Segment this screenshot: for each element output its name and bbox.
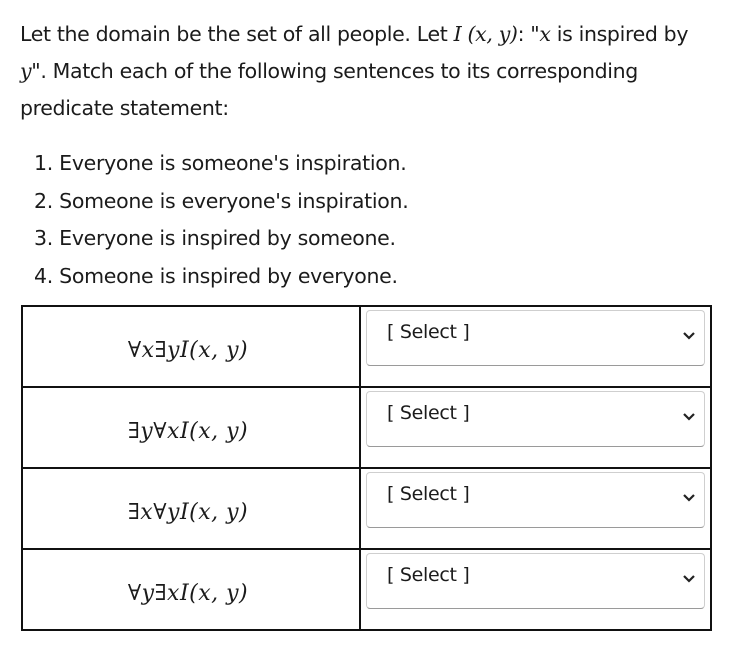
- prompt-text: : ": [517, 22, 540, 46]
- table-row: ∃y∀xI(x, y) [ Select ]: [21, 386, 712, 469]
- sentence-item: 4. Someone is inspired by everyone.: [34, 263, 398, 288]
- variable-x: x: [539, 22, 551, 46]
- table-row: ∀x∃yI(x, y) [ Select ]: [21, 305, 712, 388]
- select-value: [ Select ]: [387, 483, 470, 505]
- predicate-statement: ∃y∀xI(x, y): [127, 419, 249, 444]
- chevron-down-icon: [683, 575, 695, 583]
- select-value: [ Select ]: [387, 321, 470, 343]
- answer-cell: [ Select ]: [359, 467, 712, 550]
- answer-cell: [ Select ]: [359, 548, 712, 631]
- sentence-item: 3. Everyone is inspired by someone.: [34, 226, 396, 250]
- prompt-text: ". Match each of the following sentences…: [20, 59, 638, 120]
- predicate-statement: ∀y∃xI(x, y): [127, 581, 249, 606]
- matching-table: ∀x∃yI(x, y) [ Select ] ∃y∀xI(x, y) [ Sel…: [21, 305, 712, 631]
- sentence-item: 2. Someone is everyone's inspiration.: [34, 188, 409, 213]
- answer-select[interactable]: [ Select ]: [366, 391, 705, 447]
- predicate-statement-cell: ∃x∀yI(x, y): [21, 467, 361, 550]
- answer-cell: [ Select ]: [359, 305, 712, 388]
- predicate-statement: ∀x∃yI(x, y): [127, 338, 249, 363]
- predicate-statement-cell: ∀y∃xI(x, y): [21, 548, 361, 631]
- question-prompt: Let the domain be the set of all people.…: [20, 16, 720, 127]
- table-row: ∀y∃xI(x, y) [ Select ]: [21, 548, 712, 631]
- predicate-statement: ∃x∀yI(x, y): [127, 500, 249, 525]
- table-row: ∃x∀yI(x, y) [ Select ]: [21, 467, 712, 550]
- predicate-statement-cell: ∀x∃yI(x, y): [21, 305, 361, 388]
- prompt-text: Let the domain be the set of all people.…: [20, 22, 454, 46]
- answer-select[interactable]: [ Select ]: [366, 310, 705, 366]
- sentence-item: 1. Everyone is someone's inspiration.: [34, 151, 407, 175]
- chevron-down-icon: [683, 413, 695, 421]
- sentence-list: 1. Everyone is someone's inspiration. 2.…: [34, 145, 409, 295]
- chevron-down-icon: [683, 494, 695, 502]
- answer-cell: [ Select ]: [359, 386, 712, 469]
- predicate-name: I: [453, 22, 462, 46]
- variable-y: y: [20, 59, 32, 83]
- chevron-down-icon: [683, 332, 695, 340]
- select-value: [ Select ]: [387, 564, 470, 586]
- answer-select[interactable]: [ Select ]: [366, 553, 705, 609]
- predicate-args: (x, y): [467, 22, 518, 46]
- answer-select[interactable]: [ Select ]: [366, 472, 705, 528]
- select-value: [ Select ]: [387, 402, 470, 424]
- prompt-text: is inspired by: [550, 22, 689, 46]
- predicate-statement-cell: ∃y∀xI(x, y): [21, 386, 361, 469]
